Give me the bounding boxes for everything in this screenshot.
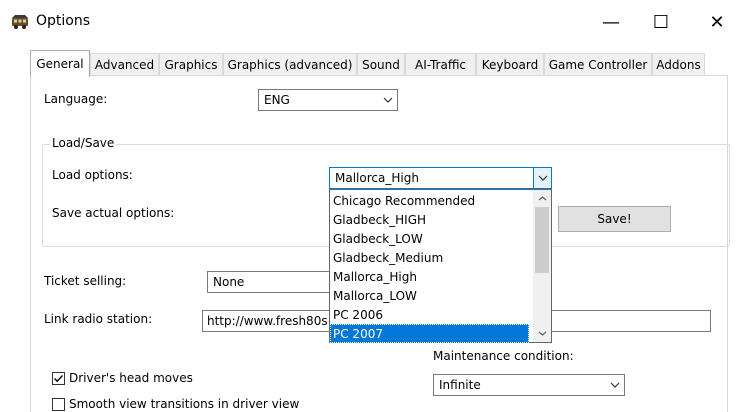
ticket-selling-label: Ticket selling: — [44, 274, 127, 288]
tab-keyboard[interactable]: Keyboard — [476, 53, 544, 76]
save-options-label: Save actual options: — [52, 206, 175, 220]
chevron-down-icon — [379, 90, 397, 110]
driver-head-checkbox[interactable] — [52, 371, 65, 385]
minimize-button[interactable]: — — [588, 0, 634, 44]
chevron-down-icon[interactable] — [533, 168, 551, 188]
tab-general[interactable]: General — [30, 50, 90, 77]
chevron-up-icon[interactable] — [533, 190, 551, 207]
radio-station-value: http://www.fresh80s — [207, 314, 328, 328]
dropdown-option[interactable]: Chicago Recommended — [330, 191, 529, 210]
ticket-selling-select[interactable]: None — [207, 271, 347, 293]
dropdown-option[interactable]: Mallorca_LOW — [330, 286, 529, 305]
tab-advanced[interactable]: Advanced — [90, 53, 159, 76]
title-bar: Options — ☐ ✕ — [0, 0, 744, 44]
smooth-view-checkbox[interactable] — [52, 397, 65, 411]
language-select[interactable]: ENG — [258, 89, 398, 111]
load-options-select[interactable]: Mallorca_High — [329, 167, 552, 189]
checkmark-icon — [54, 374, 64, 382]
load-options-value: Mallorca_High — [335, 171, 419, 185]
dropdown-option[interactable]: Mallorca_High — [330, 267, 529, 286]
save-button[interactable]: Save! — [558, 206, 671, 232]
tab-sound[interactable]: Sound — [357, 53, 405, 76]
chevron-down-icon — [606, 375, 624, 395]
close-button[interactable]: ✕ — [694, 0, 740, 44]
maximize-button[interactable]: ☐ — [638, 0, 684, 44]
maintenance-select[interactable]: Infinite — [433, 374, 625, 396]
tab-graphics-advanced[interactable]: Graphics (advanced) — [223, 53, 357, 76]
dropdown-option[interactable]: Gladbeck_HIGH — [330, 210, 529, 229]
smooth-view-checkbox-row[interactable]: Smooth view transitions in driver view — [52, 397, 299, 411]
chevron-down-icon[interactable] — [533, 325, 551, 342]
tab-addons[interactable]: Addons — [652, 53, 705, 76]
ticket-selling-value: None — [213, 275, 245, 289]
smooth-view-label: Smooth view transitions in driver view — [69, 397, 300, 411]
tab-ai-traffic[interactable]: AI-Traffic — [405, 53, 476, 76]
dropdown-option[interactable]: Gladbeck_Medium — [330, 248, 529, 267]
maintenance-label: Maintenance condition: — [433, 349, 574, 363]
load-options-label: Load options: — [52, 168, 133, 182]
driver-head-label: Driver's head moves — [69, 371, 193, 385]
driver-head-checkbox-row[interactable]: Driver's head moves — [52, 371, 193, 385]
language-label: Language: — [44, 92, 108, 106]
tab-graphics[interactable]: Graphics — [159, 53, 223, 76]
bus-icon — [10, 12, 30, 32]
dropdown-option-selected[interactable]: PC 2007 — [330, 324, 529, 343]
dropdown-option[interactable]: Gladbeck_LOW — [330, 229, 529, 248]
radio-station-label: Link radio station: — [44, 312, 153, 326]
window-title: Options — [36, 13, 91, 29]
load-options-dropdown[interactable]: Chicago Recommended Gladbeck_HIGH Gladbe… — [329, 189, 552, 343]
scrollbar-thumb[interactable] — [535, 207, 549, 273]
loadsave-title: Load/Save — [50, 136, 117, 150]
dropdown-option[interactable]: PC 2006 — [330, 305, 529, 324]
language-value: ENG — [264, 93, 290, 107]
dropdown-scrollbar[interactable] — [533, 190, 551, 342]
maintenance-value: Infinite — [439, 378, 481, 392]
tab-game-controller[interactable]: Game Controller — [544, 53, 652, 76]
